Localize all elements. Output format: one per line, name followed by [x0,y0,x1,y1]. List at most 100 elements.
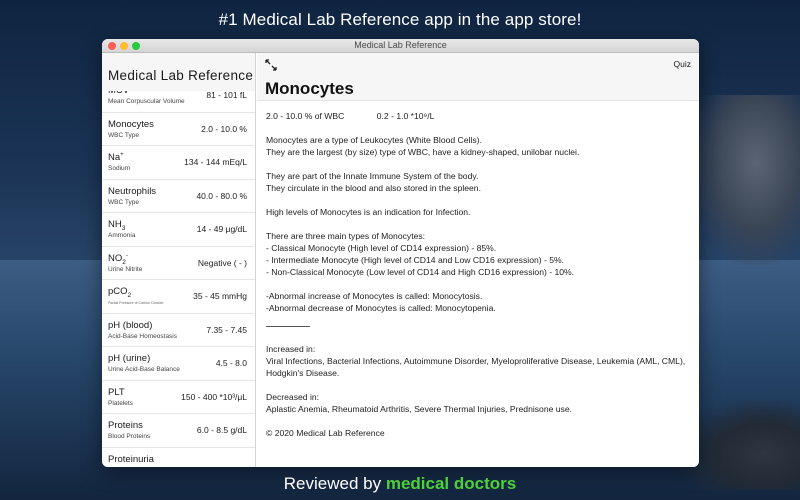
sidebar-item-value: 150 - 400 *10³/μL [181,391,247,402]
sidebar-item-superscript: - [125,252,128,259]
sidebar-item-name-text: NO [108,252,123,264]
sidebar-item-subtitle: Partial Pressure of Carbon Dioxide [108,301,164,305]
page-title: Monocytes [265,79,354,98]
description-line: High levels of Monocytes is an indicatio… [266,207,471,217]
sidebar-item-value: 134 - 144 mEq/L [184,157,247,167]
sidebar-item[interactable]: Proteins Blood Proteins 6.0 - 8.5 g/dL [102,414,255,448]
sidebar-item-name: NH3 [108,219,125,232]
sidebar-item[interactable]: pCO2 Partial Pressure of Carbon Dioxide 35… [102,280,255,314]
description-line: - Non-Classical Monocyte (Low level of C… [266,267,575,277]
copyright-text: © 2020 Medical Lab Reference [266,428,385,438]
sidebar-item-name-text: pH (blood) [108,319,153,331]
sidebar-item-subtitle: Sodium [108,165,131,172]
sidebar-item-name-text: NH [108,219,122,230]
description-line: -Abnormal increase of Monocytes is calle… [266,291,483,301]
decreased-label: Decreased in: [266,392,320,402]
description-paragraph: -Abnormal increase of Monocytes is calle… [266,290,691,314]
sidebar-item-subscript: 2 [127,291,132,299]
sidebar-item-value: 2.0 - 10.0 % [201,123,247,134]
sidebar-item-name-text: Proteins [108,420,143,431]
promo-footer-highlight: medical doctors [385,474,517,493]
increased-text: Viral Infections, Bacterial Infections, … [266,356,686,378]
expand-arrows-icon[interactable] [265,59,277,71]
quiz-button[interactable]: Quiz [674,59,691,69]
sidebar-item[interactable]: Proteinuria [102,448,255,468]
sidebar-item-name-text: pCO [108,286,128,297]
sidebar-item-subtitle: Urine Acid-Base Balance [108,366,180,373]
sidebar-item[interactable]: NO2- Urine Nitrite Negative ( - ) [102,247,255,280]
sidebar-item-name-text: Na [108,152,121,164]
sidebar-item-subtitle: Platelets [108,399,133,407]
description-line: There are three main types of Monocytes: [266,231,426,241]
description-line: They circulate in the blood and also sto… [266,183,481,193]
description-paragraph: They are part of the Innate Immune Syste… [266,170,691,194]
detail-pane: Quiz Monocytes 2.0 - 10.0 % of WBC 0.2 -… [257,53,699,467]
window-titlebar: Medical Lab Reference [102,39,699,53]
sidebar-item-name: Na+ [108,152,124,163]
sidebar-item-subtitle: Blood Proteins [108,433,151,440]
increased-label: Increased in: [266,344,316,354]
sidebar-item-name: NO2- [108,253,128,266]
sidebar-item-superscript: + [120,152,124,158]
background-island [690,95,800,265]
sidebar-item[interactable]: pH (blood) Acid-Base Homeostasis 7.35 - 7.… [102,314,255,347]
sidebar-item-value: 81 - 101 fL [206,90,247,100]
sidebar-item[interactable]: Neutrophils WBC Type 40.0 - 80.0 % [102,180,255,213]
sidebar-item-name: pH (blood) [108,320,152,331]
sidebar-item-name-text: Monocytes [108,118,154,130]
sidebar-item-name: Neutrophils [108,186,156,197]
promo-footer-prefix: Reviewed by [283,474,386,493]
sidebar-list: MCVMean Corpuscular Volume81 - 101 fLMon… [102,79,255,467]
sidebar-item-name-text: Neutrophils [108,185,157,197]
app-window: Medical Lab Reference Medical Lab Refere… [102,39,699,467]
sidebar-item-name-text: Proteinuria [108,453,154,465]
sidebar: Medical Lab Reference MCVMean Corpuscula… [102,53,256,467]
sidebar-item-name-text: PLT [108,386,125,398]
sidebar-item[interactable]: PLT Platelets 150 - 400 *10³/μL [102,381,255,414]
description-line: - Classical Monocyte (High level of CD14… [266,243,497,253]
sidebar-item-subtitle: Urine Nitrite [108,265,143,273]
sidebar-item[interactable]: NH3 Ammonia 14 - 49 μg/dL [102,213,255,247]
sidebar-item-subtitle: Acid-Base Homeostasis [108,332,177,340]
promo-footer: Reviewed by medical doctors [0,474,800,494]
sidebar-item-value: Negative ( - ) [197,257,247,268]
sidebar-item-value: 7.35 - 7.45 [206,324,247,335]
sidebar-item-value: 35 - 45 mmHg [193,291,247,301]
range-absolute: 0.2 - 1.0 *10⁹/L [376,111,435,121]
promo-headline: #1 Medical Lab Reference app in the app … [218,10,582,29]
sidebar-item-name: Monocytes [108,119,154,130]
sidebar-item-subtitle: Mean Corpuscular Volume [108,98,185,105]
sidebar-item-subscript: 3 [121,224,126,232]
sidebar-item-value: 14 - 49 μg/dL [196,224,247,234]
sidebar-item[interactable]: pH (urine) Urine Acid-Base Balance 4.5 - 8… [102,347,255,381]
sidebar-title: Medical Lab Reference [102,53,255,91]
sidebar-item[interactable]: Monocytes WBC Type 2.0 - 10.0 % [102,113,255,146]
sidebar-item-name: PLT [108,387,125,398]
description-paragraphs: Monocytes are a type of Leukocytes (Whit… [266,134,691,314]
sidebar-item-name: Proteinuria [108,454,154,465]
sidebar-item-subtitle: WBC Type [108,198,139,206]
description-line: - Intermediate Monocyte (High level of C… [266,255,565,265]
decreased-text: Aplastic Anemia, Rheumatoid Arthritis, S… [266,404,573,414]
description-paragraph: There are three main types of Monocytes:… [266,230,691,278]
sidebar-item-name: Proteins [108,420,143,431]
description-line: -Abnormal decrease of Monocytes is calle… [266,303,496,313]
increased-section: Increased in: Viral Infections, Bacteria… [266,343,691,379]
sidebar-item-name-text: pH (urine) [108,353,151,364]
section-divider [266,326,310,327]
sidebar-item-subtitle: Ammonia [108,232,136,239]
sidebar-item-value: 6.0 - 8.5 g/dL [196,425,247,435]
description-line: Monocytes are a type of Leukocytes (Whit… [266,135,482,145]
description-paragraph: High levels of Monocytes is an indicatio… [266,206,691,218]
sidebar-item-subscript: 2 [122,258,126,266]
range-percent: 2.0 - 10.0 % of WBC [266,111,345,121]
sidebar-item[interactable]: Na+ Sodium 134 - 144 mEq/L [102,146,255,180]
detail-body: 2.0 - 10.0 % of WBC 0.2 - 1.0 *10⁹/L Mon… [266,110,691,439]
sidebar-item-value: 40.0 - 80.0 % [196,190,247,201]
reference-ranges: 2.0 - 10.0 % of WBC 0.2 - 1.0 *10⁹/L [266,110,691,122]
sidebar-item-value: 4.5 - 8.0 [215,358,247,368]
sidebar-item-name: pH (urine) [108,353,150,364]
sidebar-item-subtitle: WBC Type [108,131,139,139]
description-line: They are the largest (by size) type of W… [266,147,580,157]
description-line: They are part of the Innate Immune Syste… [266,171,479,181]
